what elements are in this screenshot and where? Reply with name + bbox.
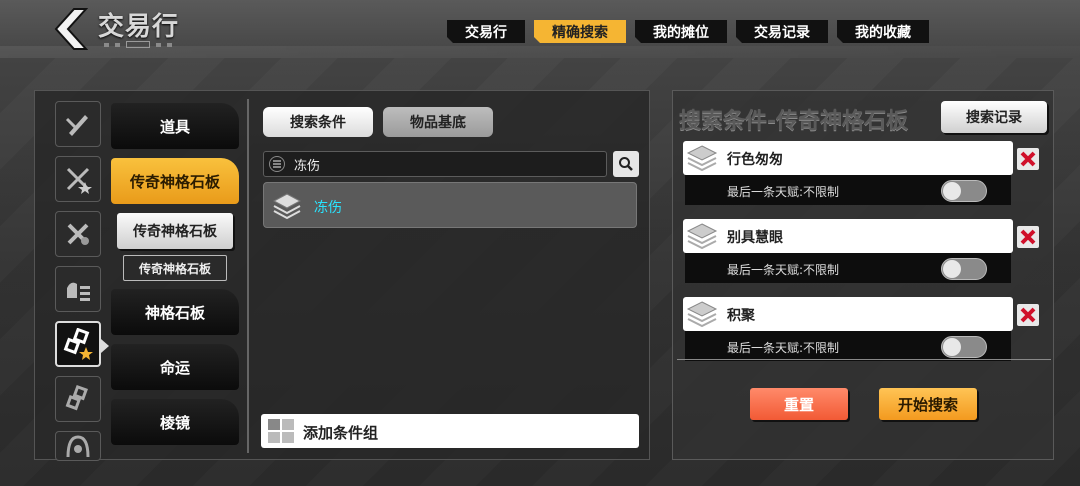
layers-icon	[272, 193, 302, 220]
category-icon-4[interactable]	[55, 266, 101, 312]
search-icon	[619, 157, 633, 171]
tab-trading-house[interactable]: 交易行	[447, 20, 525, 43]
condition-header[interactable]: 别具慧眼	[683, 219, 1013, 253]
category-icon-5[interactable]	[55, 321, 109, 367]
category-icon-7[interactable]	[55, 431, 101, 461]
page-title: 交易行	[98, 12, 180, 42]
condition-toggle[interactable]	[941, 258, 987, 280]
grid-icon	[268, 419, 294, 443]
condition-detail-label: 最后一条天赋:不限制	[727, 341, 840, 355]
helmet-icon	[66, 435, 90, 458]
search-input[interactable]	[263, 151, 607, 177]
delete-condition-button[interactable]	[1017, 148, 1039, 170]
search-mode-tabs: 搜索条件 物品基底	[263, 107, 493, 137]
condition-name: 积聚	[727, 308, 755, 324]
panel-divider	[677, 359, 1051, 360]
category-legendary-divinity-slate[interactable]: 传奇神格石板	[111, 158, 239, 204]
close-icon	[1020, 307, 1036, 323]
link-icon	[65, 384, 88, 411]
search-panel: 道具 传奇神格石板 传奇神格石板 传奇神格石板 神格石板 命运 棱镜 搜索条件 …	[34, 90, 650, 461]
category-icon-6[interactable]	[55, 376, 101, 422]
category-icon-1[interactable]	[55, 101, 101, 147]
layers-icon	[686, 223, 718, 250]
delete-condition-button[interactable]	[1017, 304, 1039, 326]
category-prism[interactable]: 棱镜	[111, 399, 239, 445]
category-divinity-slate[interactable]: 神格石板	[111, 289, 239, 335]
condition-detail-label: 最后一条天赋:不限制	[727, 263, 840, 277]
condition-toggle[interactable]	[941, 336, 987, 358]
add-condition-group-button[interactable]: 添加条件组	[261, 414, 639, 448]
delete-condition-button[interactable]	[1017, 226, 1039, 248]
tab-my-favorites[interactable]: 我的收藏	[837, 20, 929, 43]
search-button[interactable]	[613, 151, 639, 177]
reset-button[interactable]: 重置	[750, 388, 848, 420]
crossed-tools-icon	[67, 223, 89, 245]
layers-icon	[686, 145, 718, 172]
tab-trade-records[interactable]: 交易记录	[736, 20, 828, 43]
category-icon-2[interactable]	[55, 156, 101, 202]
tab-item-base[interactable]: 物品基底	[383, 107, 493, 137]
condition-detail: 最后一条天赋:不限制	[685, 253, 1011, 283]
top-bar: 交易行 交易行 精确搜索 我的摊位 交易记录 我的收藏	[0, 0, 1080, 58]
top-tabs: 交易行 精确搜索 我的摊位 交易记录 我的收藏	[447, 20, 929, 43]
condition-detail: 最后一条天赋:不限制	[685, 331, 1011, 361]
tab-my-stall[interactable]: 我的摊位	[635, 20, 727, 43]
search-result-item[interactable]: 冻伤	[263, 182, 637, 228]
condition-name: 行色匆匆	[727, 152, 783, 168]
close-icon	[1020, 151, 1036, 167]
crossed-star-icon	[66, 167, 92, 194]
category-icon-3[interactable]	[55, 211, 101, 257]
tab-precise-search[interactable]: 精确搜索	[534, 20, 626, 43]
search-row	[263, 151, 639, 177]
search-result-label: 冻伤	[314, 200, 342, 216]
title-decoration	[104, 41, 172, 48]
back-button[interactable]	[46, 6, 90, 52]
subcategory-legendary-divinity-slate[interactable]: 传奇神格石板	[117, 213, 233, 249]
condition-item: 行色匆匆 最后一条天赋:不限制	[683, 141, 1013, 207]
condition-detail: 最后一条天赋:不限制	[685, 175, 1011, 205]
list-icon	[269, 156, 285, 172]
condition-toggle[interactable]	[941, 180, 987, 202]
condition-name: 别具慧眼	[727, 230, 783, 246]
subcategory-option-legendary-divinity-slate[interactable]: 传奇神格石板	[123, 255, 227, 281]
chevron-left-icon	[54, 8, 88, 50]
panel-divider	[247, 99, 249, 453]
condition-header[interactable]: 行色匆匆	[683, 141, 1013, 175]
start-search-button[interactable]: 开始搜索	[879, 388, 977, 420]
close-icon	[1020, 229, 1036, 245]
category-items[interactable]: 道具	[111, 103, 239, 149]
category-destiny[interactable]: 命运	[111, 344, 239, 390]
conditions-panel: 搜索条件-传奇神格石板 搜索记录 行色匆匆 最后一条天赋:不限制 别具慧眼 最后…	[672, 90, 1054, 460]
condition-item: 别具慧眼 最后一条天赋:不限制	[683, 219, 1013, 285]
add-condition-group-label: 添加条件组	[303, 424, 379, 442]
condition-detail-label: 最后一条天赋:不限制	[727, 185, 840, 199]
conditions-panel-title: 搜索条件-传奇神格石板	[679, 109, 909, 134]
search-history-button[interactable]: 搜索记录	[941, 101, 1047, 133]
link-star-icon	[63, 328, 93, 360]
condition-header[interactable]: 积聚	[683, 297, 1013, 331]
condition-item: 积聚 最后一条天赋:不限制	[683, 297, 1013, 363]
layers-icon	[686, 301, 718, 328]
hand-list-icon	[67, 282, 90, 301]
tab-search-conditions[interactable]: 搜索条件	[263, 107, 373, 137]
slash-icon	[65, 115, 88, 136]
